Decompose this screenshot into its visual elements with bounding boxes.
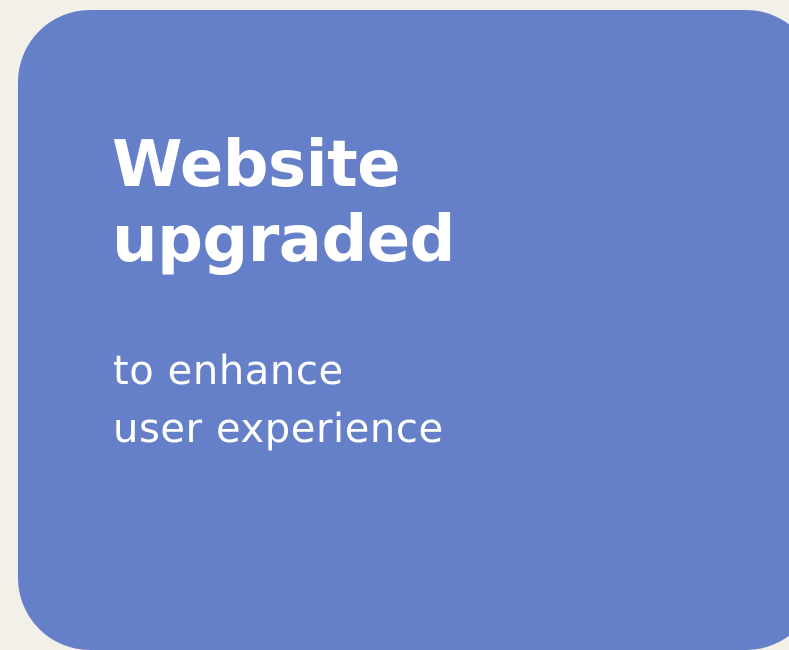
card-title-line-2: upgraded (112, 203, 455, 277)
card-title-line-1: Website (112, 128, 401, 202)
card-title: Website upgraded (112, 128, 455, 278)
card-subtitle-line-2: user experience (113, 406, 444, 452)
card-subtitle-line-1: to enhance (113, 348, 344, 394)
announcement-card: Website upgraded to enhance user experie… (18, 10, 789, 650)
card-subtitle: to enhance user experience (113, 342, 444, 458)
